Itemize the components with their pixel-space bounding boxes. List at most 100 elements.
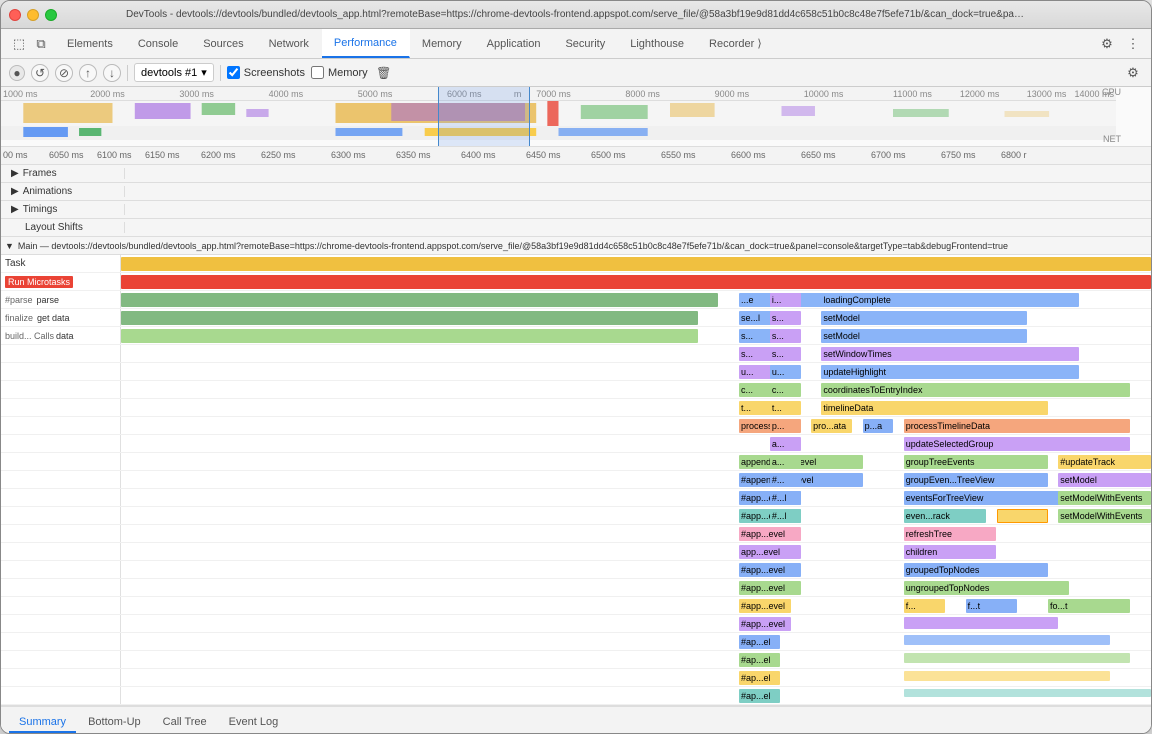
setmodel-s1[interactable]: s... <box>770 311 801 325</box>
smwe-label-2[interactable] <box>997 509 1049 523</box>
app2-1[interactable]: #append...AtLevel <box>739 473 863 487</box>
trash-icon[interactable]: 🗑 <box>374 63 394 83</box>
loading-complete-2[interactable]: loadingComplete <box>821 293 1079 307</box>
flame-scroll[interactable]: ▶ Frames ▶ Animations ▶ <box>1 165 1151 705</box>
append2-content[interactable]: #append...AtLevel #... groupEven...TreeV… <box>121 471 1151 489</box>
run-microtasks-block[interactable] <box>121 275 1151 289</box>
app5-1[interactable]: #app...evel <box>739 527 801 541</box>
ap-content-2[interactable]: #ap...el <box>121 651 1151 669</box>
tab-recorder[interactable]: Recorder ⟩ <box>697 29 775 58</box>
app4-h[interactable]: #...l <box>770 509 801 523</box>
ut-label[interactable]: #updateTrack <box>1058 455 1151 469</box>
clear-button[interactable]: ⊘ <box>55 64 73 82</box>
tab-network[interactable]: Network <box>257 29 322 58</box>
app8-1[interactable]: #app...evel <box>739 581 801 595</box>
a-content[interactable]: a... updateSelectedGroup <box>121 435 1151 453</box>
task-content[interactable] <box>121 255 1151 273</box>
finalize-block[interactable] <box>121 311 698 325</box>
settings-gear-icon[interactable]: ⚙ <box>1123 63 1143 83</box>
appevel-content-1[interactable]: #app...evel #...l eventsForTreeView setM… <box>121 489 1151 507</box>
loading-complete-label-1[interactable]: i... <box>770 293 801 307</box>
tab-summary[interactable]: Summary <box>9 712 76 733</box>
upload-button[interactable]: ↑ <box>79 64 97 82</box>
gtn-label[interactable]: groupedTopNodes <box>904 563 1048 577</box>
overview-panel[interactable]: 1000 ms 2000 ms 3000 ms 4000 ms 5000 ms … <box>1 87 1151 147</box>
ap-content-3[interactable]: #ap...el <box>121 669 1151 687</box>
download-button[interactable]: ↓ <box>103 64 121 82</box>
setmodel-s2[interactable]: s... <box>770 329 801 343</box>
tld-s[interactable]: t... <box>770 401 801 415</box>
getv-label[interactable]: groupEven...TreeView <box>904 473 1048 487</box>
appevel-content-8[interactable]: #app...evel <box>121 615 1151 633</box>
task-block-main[interactable] <box>121 257 1151 271</box>
appevel-content-6[interactable]: #app...evel ungroupedTopNodes <box>121 579 1151 597</box>
finalize-content[interactable]: se...l s... setModel <box>121 309 1151 327</box>
misc-1[interactable] <box>904 617 1059 629</box>
eftv-label[interactable]: eventsForTreeView <box>904 491 1069 505</box>
tab-elements[interactable]: Elements <box>55 29 126 58</box>
close-button[interactable] <box>9 9 21 21</box>
app9-1[interactable]: #app...evel <box>739 599 791 613</box>
ptd-s[interactable]: p... <box>770 419 801 433</box>
app-1[interactable]: appendTr...AtLevel <box>739 455 863 469</box>
tab-call-tree[interactable]: Call Tree <box>153 712 217 733</box>
app-a[interactable]: a... <box>770 455 801 469</box>
tab-event-log[interactable]: Event Log <box>219 712 289 733</box>
setwindowtimes-content[interactable]: s... s... setWindowTimes <box>121 345 1151 363</box>
app7-1[interactable]: #app...evel <box>739 563 801 577</box>
app6-1[interactable]: app...evel <box>739 545 801 559</box>
appevel-content-3[interactable]: #app...evel refreshTree <box>121 525 1151 543</box>
profile-selector[interactable]: devtools #1 ▾ <box>134 63 214 82</box>
sm-label[interactable]: setModel <box>1058 473 1151 487</box>
swt-label[interactable]: setWindowTimes <box>821 347 1079 361</box>
usg-label[interactable]: updateSelectedGroup <box>904 437 1131 451</box>
more-icon[interactable]: ⋮ <box>1123 34 1143 54</box>
run-microtasks-content[interactable] <box>121 273 1151 291</box>
processtimeline-content[interactable]: processl...torTrace p... pro...ata p...a… <box>121 417 1151 435</box>
settings-icon[interactable]: ⚙ <box>1097 34 1117 54</box>
appevel-content-2[interactable]: #app...evel #...l even...rack setModelWi… <box>121 507 1151 525</box>
tab-application[interactable]: Application <box>475 29 554 58</box>
screenshots-checkbox-label[interactable]: Screenshots <box>227 66 305 79</box>
build-calls-content[interactable]: s... s... setModel <box>121 327 1151 345</box>
tab-console[interactable]: Console <box>126 29 191 58</box>
appevel-content-5[interactable]: #app...evel groupedTopNodes <box>121 561 1151 579</box>
tab-security[interactable]: Security <box>553 29 618 58</box>
updatehighlight-content[interactable]: u... u... updateHighlight <box>121 363 1151 381</box>
timelinedata-content[interactable]: t... t... timelineData <box>121 399 1151 417</box>
uh-label[interactable]: updateHighlight <box>821 365 1079 379</box>
ap3-1[interactable]: #ap...el <box>739 671 780 685</box>
uh-s[interactable]: u... <box>770 365 801 379</box>
device-toolbar-icon[interactable]: ⧉ <box>31 34 51 54</box>
coordinates-content[interactable]: c... c... coordinatesToEntryIndex <box>121 381 1151 399</box>
ap2-misc[interactable] <box>904 653 1131 663</box>
parse-content[interactable]: ...e i... loadingComplete <box>121 291 1151 309</box>
app3-h[interactable]: #...l <box>770 491 801 505</box>
parse-block-1[interactable] <box>121 293 718 307</box>
smwe-label-3[interactable]: setModelWithEvents <box>1058 509 1151 523</box>
minimize-button[interactable] <box>27 9 39 21</box>
rt-label[interactable]: refreshTree <box>904 527 997 541</box>
memory-checkbox-label[interactable]: Memory <box>311 66 368 79</box>
tab-lighthouse[interactable]: Lighthouse <box>618 29 697 58</box>
fo-label[interactable]: fo...t <box>1048 599 1130 613</box>
tab-sources[interactable]: Sources <box>191 29 256 58</box>
ap-content-4[interactable]: #ap...el <box>121 687 1151 705</box>
ptd-label[interactable]: processTimelineData <box>904 419 1131 433</box>
ap1-misc[interactable] <box>904 635 1110 645</box>
setmodel-label-1[interactable]: setModel <box>821 311 1027 325</box>
gte-label[interactable]: groupTreeEvents <box>904 455 1048 469</box>
coord-label[interactable]: coordinatesToEntryIndex <box>821 383 1130 397</box>
tab-performance[interactable]: Performance <box>322 29 410 58</box>
ap3-misc[interactable] <box>904 671 1110 681</box>
screenshots-checkbox[interactable] <box>227 66 240 79</box>
swt-s[interactable]: s... <box>770 347 801 361</box>
children-label[interactable]: children <box>904 545 997 559</box>
inspect-icon[interactable]: ⬚ <box>9 34 29 54</box>
ptd-pro[interactable]: pro...ata <box>811 419 852 433</box>
appevel-content-7[interactable]: #app...evel f... f...t fo...t <box>121 597 1151 615</box>
tab-memory[interactable]: Memory <box>410 29 475 58</box>
ap4-misc[interactable] <box>904 689 1151 697</box>
tab-bottom-up[interactable]: Bottom-Up <box>78 712 151 733</box>
tld-label[interactable]: timelineData <box>821 401 1048 415</box>
